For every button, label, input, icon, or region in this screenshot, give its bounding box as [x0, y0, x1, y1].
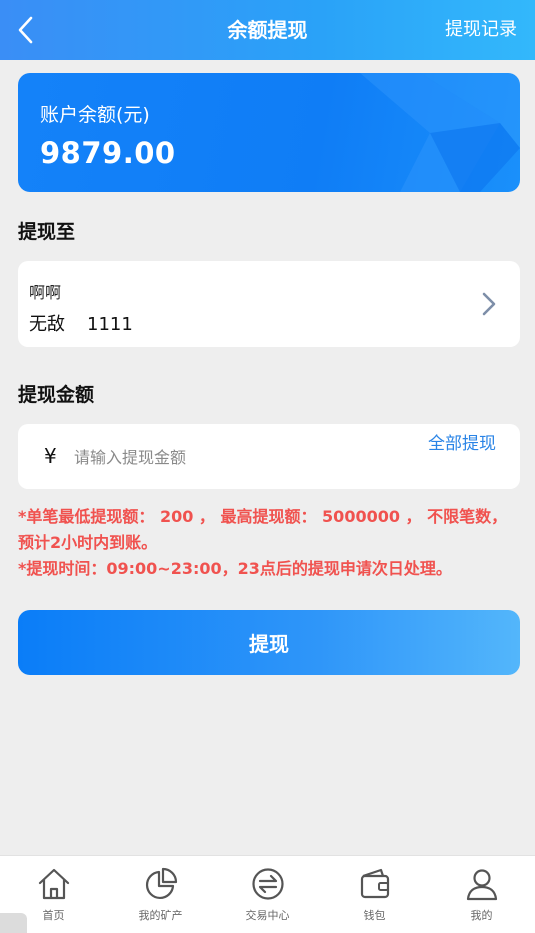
- user-icon: [466, 869, 498, 901]
- notice-limits: *单笔最低提现额： 200 ， 最高提现额： 5000000 ， 不限笔数，预计…: [18, 507, 508, 552]
- tab-label: 钱包: [363, 909, 386, 922]
- amount-input[interactable]: [74, 438, 404, 476]
- bottom-tab-bar: 首页 我的矿产 交易中心 钱包 我的: [0, 855, 535, 933]
- balance-label: 账户余额(元): [40, 104, 150, 126]
- balance-value: 9879.00: [40, 136, 176, 170]
- withdraw-records-link[interactable]: 提现记录: [445, 0, 517, 60]
- currency-symbol: ¥: [44, 444, 57, 468]
- bank-name: 无敌: [29, 314, 65, 335]
- tab-label: 我的矿产: [138, 909, 183, 922]
- tab-trading-center[interactable]: 交易中心: [214, 856, 321, 933]
- exchange-icon: [252, 868, 284, 900]
- card-decoration: [360, 73, 520, 192]
- bank-account-selector[interactable]: 啊啊 无敌 1111: [18, 261, 520, 347]
- tab-my-mining[interactable]: 我的矿产: [107, 856, 214, 933]
- withdraw-all-button[interactable]: 全部提现: [426, 431, 498, 457]
- floating-corner-handle: [0, 913, 27, 933]
- pie-chart-icon: [146, 867, 178, 899]
- card-number: 1111: [87, 314, 133, 335]
- wallet-icon: [360, 868, 390, 899]
- withdraw-page: 余额提现 提现记录 账户余额(元) 9879.00 提现至 啊啊 无敌 1111 …: [0, 0, 535, 933]
- withdraw-notice: *单笔最低提现额： 200 ， 最高提现额： 5000000 ， 不限笔数，预计…: [18, 504, 518, 582]
- tab-label: 交易中心: [245, 909, 290, 922]
- chevron-right-icon: [482, 292, 496, 316]
- account-holder-name: 啊啊: [29, 283, 62, 302]
- bank-info: 无敌 1111: [29, 310, 133, 336]
- submit-withdraw-button[interactable]: 提现: [18, 610, 520, 675]
- amount-input-box: ¥ 全部提现: [18, 424, 520, 489]
- home-icon: [38, 868, 70, 900]
- withdraw-to-title: 提现至: [18, 221, 76, 243]
- top-nav-bar: 余额提现 提现记录: [0, 0, 535, 60]
- balance-card: 账户余额(元) 9879.00: [18, 73, 520, 192]
- tab-wallet[interactable]: 钱包: [321, 856, 428, 933]
- tab-label: 我的: [470, 909, 493, 922]
- tab-mine[interactable]: 我的: [428, 856, 535, 933]
- chevron-left-icon[interactable]: [12, 14, 42, 46]
- withdraw-amount-title: 提现金额: [18, 384, 95, 406]
- notice-time: *提现时间：09:00~23:00，23点后的提现申请次日处理。: [18, 559, 452, 578]
